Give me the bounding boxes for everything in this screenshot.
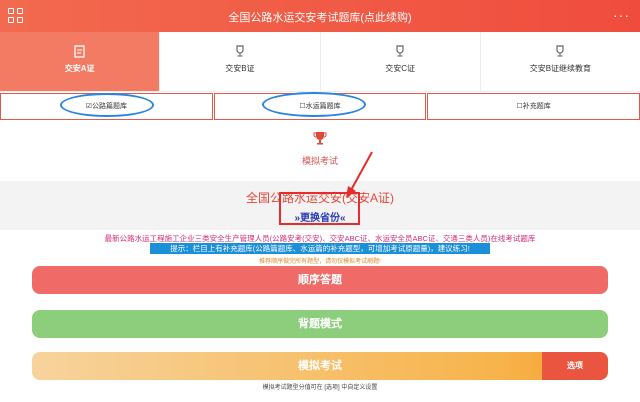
tab-b-cert-continuing[interactable]: 交安B证继续教育 [481,32,640,91]
trophy-icon [396,45,404,57]
edit-icon [73,45,85,58]
mock-exam-button-label: 模拟考试 [298,360,342,372]
tip-banner: 提示：栏目上有补充题库(公路篇题库、水运篇的补充题型，可增加考试原题量)，建议练… [150,243,490,254]
tab-label: 交安A证 [64,64,95,73]
tab-label: 交安B证 [225,64,255,73]
subtab-highway-bank[interactable]: ☑公路篇题库 [0,93,213,120]
page-title[interactable]: 全国公路水运交安考试题库(点此续购) [0,9,640,25]
footer-note: 模拟考试题型分值可在 [选项] 中自定义设置 [262,385,378,391]
arrow-icon [346,151,373,198]
app-header: 全国公路水运交安考试题库(点此续购) ··· [0,0,640,32]
options-button[interactable]: 选项 [542,352,608,380]
tab-label: 交安B证继续教育 [529,64,592,73]
subtab-waterway-bank[interactable]: ☐水运篇题库 [213,93,427,120]
tab-label: 交安C证 [385,64,416,73]
more-icon[interactable]: ··· [613,8,630,22]
mock-exam-section[interactable]: 模拟考试 [0,126,640,178]
recommend-note: 推荐顺序做完所有题型，请勿仅模拟考试刷题! [259,259,381,265]
tab-c-cert[interactable]: 交安C证 [321,32,481,91]
bank-subtabs: ☑公路篇题库 ☐水运篇题库 ☐补充题库 [0,93,640,120]
mock-exam-button[interactable]: 模拟考试 选项 [32,352,608,380]
mock-exam-label: 模拟考试 [301,156,338,166]
memorize-mode-button[interactable]: 背题模式 [32,310,608,338]
trophy-icon [236,45,244,57]
tab-a-cert[interactable]: 交安A证 [0,32,161,91]
subtab-supplement-bank[interactable]: ☐补充题库 [427,93,640,120]
tab-b-cert[interactable]: 交安B证 [160,32,321,91]
sequence-answer-button[interactable]: 顺序答题 [32,266,608,294]
trophy-icon [556,45,564,57]
trophy-icon [313,132,327,145]
cert-tabs: 交安A证 交安B证 交安C证 交安B证继续教育 [0,32,640,92]
